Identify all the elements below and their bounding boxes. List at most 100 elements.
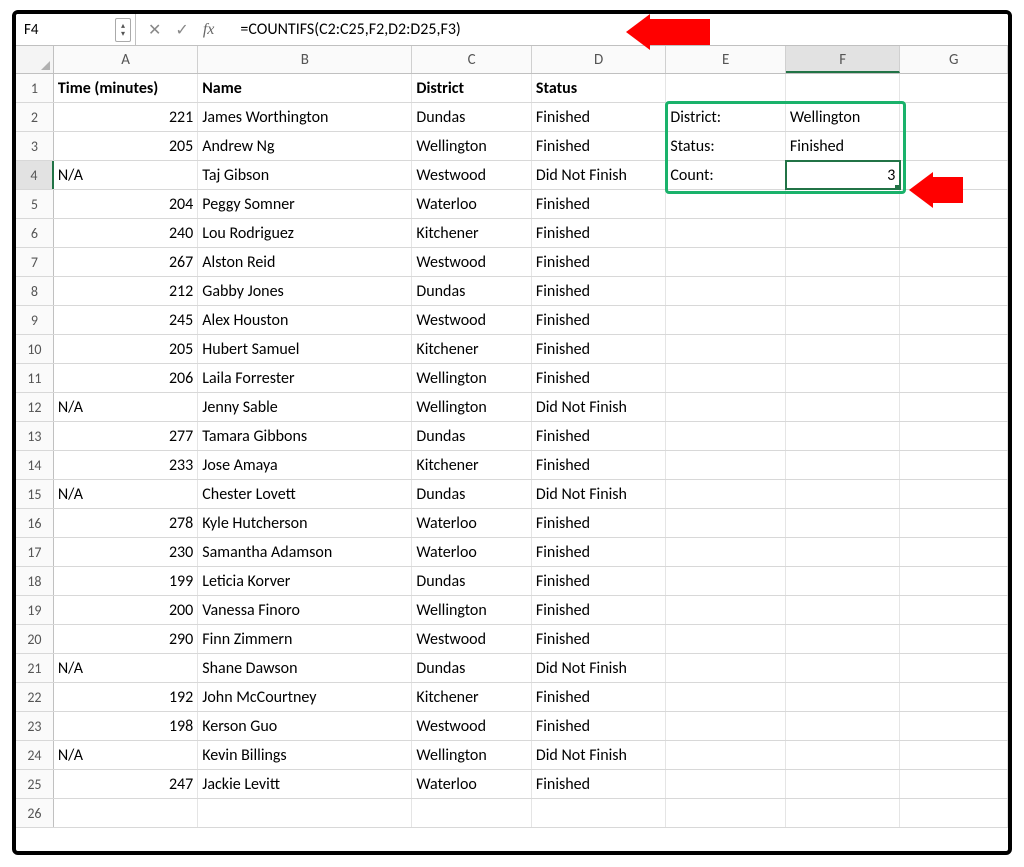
cell[interactable] bbox=[900, 161, 1008, 189]
cell-district[interactable]: Waterloo bbox=[412, 509, 532, 537]
cell[interactable] bbox=[900, 277, 1008, 305]
criteria-value[interactable]: 3 bbox=[786, 161, 901, 189]
cell[interactable] bbox=[666, 509, 786, 537]
cell[interactable] bbox=[900, 509, 1008, 537]
cell[interactable] bbox=[900, 451, 1008, 479]
cell[interactable] bbox=[900, 74, 1008, 102]
cell[interactable] bbox=[666, 799, 786, 827]
cell[interactable] bbox=[666, 364, 786, 392]
cell[interactable] bbox=[666, 683, 786, 711]
cell-time[interactable]: 277 bbox=[54, 422, 198, 450]
cell-status[interactable]: Finished bbox=[532, 509, 666, 537]
cell[interactable] bbox=[786, 596, 901, 624]
cell[interactable] bbox=[900, 219, 1008, 247]
cell-status[interactable]: Finished bbox=[532, 103, 666, 131]
cell[interactable] bbox=[786, 538, 901, 566]
cell[interactable] bbox=[198, 799, 412, 827]
select-all-corner[interactable] bbox=[16, 46, 54, 73]
cell-name[interactable]: Lou Rodriguez bbox=[198, 219, 412, 247]
cell[interactable] bbox=[786, 799, 901, 827]
cell[interactable] bbox=[900, 190, 1008, 218]
cell-status[interactable]: Finished bbox=[532, 219, 666, 247]
row-header[interactable]: 20 bbox=[16, 625, 54, 653]
row-header[interactable]: 25 bbox=[16, 770, 54, 798]
cell[interactable] bbox=[666, 277, 786, 305]
cell-time[interactable]: 204 bbox=[54, 190, 198, 218]
row-header[interactable]: 19 bbox=[16, 596, 54, 624]
cell-status[interactable]: Finished bbox=[532, 683, 666, 711]
cell-time[interactable]: 221 bbox=[54, 103, 198, 131]
cell-status[interactable]: Finished bbox=[532, 190, 666, 218]
cell-district[interactable]: Kitchener bbox=[412, 683, 532, 711]
row-header[interactable]: 17 bbox=[16, 538, 54, 566]
cell-name[interactable]: Hubert Samuel bbox=[198, 335, 412, 363]
row-header[interactable]: 18 bbox=[16, 567, 54, 595]
cell-district[interactable]: Dundas bbox=[412, 567, 532, 595]
cell[interactable] bbox=[900, 625, 1008, 653]
cell-name[interactable]: Tamara Gibbons bbox=[198, 422, 412, 450]
cell[interactable] bbox=[666, 625, 786, 653]
cell-status[interactable]: Finished bbox=[532, 451, 666, 479]
cell[interactable] bbox=[666, 422, 786, 450]
cell[interactable] bbox=[666, 190, 786, 218]
cell-name[interactable]: Finn Zimmern bbox=[198, 625, 412, 653]
cell-district[interactable]: Dundas bbox=[412, 480, 532, 508]
cell-time[interactable]: 240 bbox=[54, 219, 198, 247]
cell[interactable] bbox=[786, 422, 901, 450]
cell-name[interactable]: Kevin Billings bbox=[198, 741, 412, 769]
cell-name[interactable]: Kyle Hutcherson bbox=[198, 509, 412, 537]
cell[interactable] bbox=[786, 393, 901, 421]
cell[interactable] bbox=[666, 712, 786, 740]
cell-name[interactable]: Taj Gibson bbox=[198, 161, 412, 189]
cell-district[interactable]: Waterloo bbox=[412, 538, 532, 566]
criteria-value[interactable]: Finished bbox=[786, 132, 901, 160]
cell-status[interactable]: Finished bbox=[532, 770, 666, 798]
cell-district[interactable]: Wellington bbox=[412, 741, 532, 769]
cell-district[interactable]: Wellington bbox=[412, 364, 532, 392]
cell[interactable] bbox=[666, 596, 786, 624]
cell[interactable] bbox=[900, 654, 1008, 682]
fx-icon[interactable]: fx bbox=[203, 21, 223, 39]
cell-name[interactable]: Jenny Sable bbox=[198, 393, 412, 421]
grid[interactable]: 1Time (minutes)NameDistrictStatus2221Jam… bbox=[16, 74, 1008, 828]
name-box[interactable]: F4 ▴ ▾ bbox=[16, 14, 136, 45]
cell[interactable] bbox=[900, 799, 1008, 827]
row-header[interactable]: 10 bbox=[16, 335, 54, 363]
cell-status[interactable]: Did Not Finish bbox=[532, 161, 666, 189]
cell[interactable] bbox=[666, 306, 786, 334]
cell-name[interactable]: Kerson Guo bbox=[198, 712, 412, 740]
cell[interactable] bbox=[666, 74, 786, 102]
cell[interactable] bbox=[900, 567, 1008, 595]
cell[interactable] bbox=[786, 190, 901, 218]
cell[interactable] bbox=[900, 683, 1008, 711]
cell-time[interactable]: 290 bbox=[54, 625, 198, 653]
cell-district[interactable]: Wellington bbox=[412, 132, 532, 160]
header-name[interactable]: Name bbox=[198, 74, 412, 102]
cell[interactable] bbox=[786, 74, 901, 102]
row-header[interactable]: 21 bbox=[16, 654, 54, 682]
cell-status[interactable]: Finished bbox=[532, 248, 666, 276]
cell-status[interactable]: Finished bbox=[532, 567, 666, 595]
cell-status[interactable]: Did Not Finish bbox=[532, 480, 666, 508]
cell-district[interactable]: Westwood bbox=[412, 306, 532, 334]
cell-time[interactable]: N/A bbox=[54, 741, 198, 769]
cell-district[interactable]: Westwood bbox=[412, 712, 532, 740]
cell-district[interactable]: Westwood bbox=[412, 161, 532, 189]
row-header[interactable]: 13 bbox=[16, 422, 54, 450]
row-header[interactable]: 3 bbox=[16, 132, 54, 160]
cell[interactable] bbox=[900, 393, 1008, 421]
cell-status[interactable]: Finished bbox=[532, 132, 666, 160]
cell[interactable] bbox=[786, 683, 901, 711]
criteria-label[interactable]: District: bbox=[666, 103, 786, 131]
row-header[interactable]: 7 bbox=[16, 248, 54, 276]
cell-status[interactable]: Did Not Finish bbox=[532, 654, 666, 682]
row-header[interactable]: 14 bbox=[16, 451, 54, 479]
cell-name[interactable]: Jose Amaya bbox=[198, 451, 412, 479]
col-header-D[interactable]: D bbox=[532, 46, 666, 73]
cell[interactable] bbox=[900, 480, 1008, 508]
cell-district[interactable]: Waterloo bbox=[412, 770, 532, 798]
col-header-C[interactable]: C bbox=[412, 46, 532, 73]
cell-time[interactable]: 233 bbox=[54, 451, 198, 479]
formula-input[interactable]: =COUNTIFS(C2:C25,F2,D2:D25,F3) bbox=[234, 14, 1008, 45]
cell[interactable] bbox=[786, 451, 901, 479]
